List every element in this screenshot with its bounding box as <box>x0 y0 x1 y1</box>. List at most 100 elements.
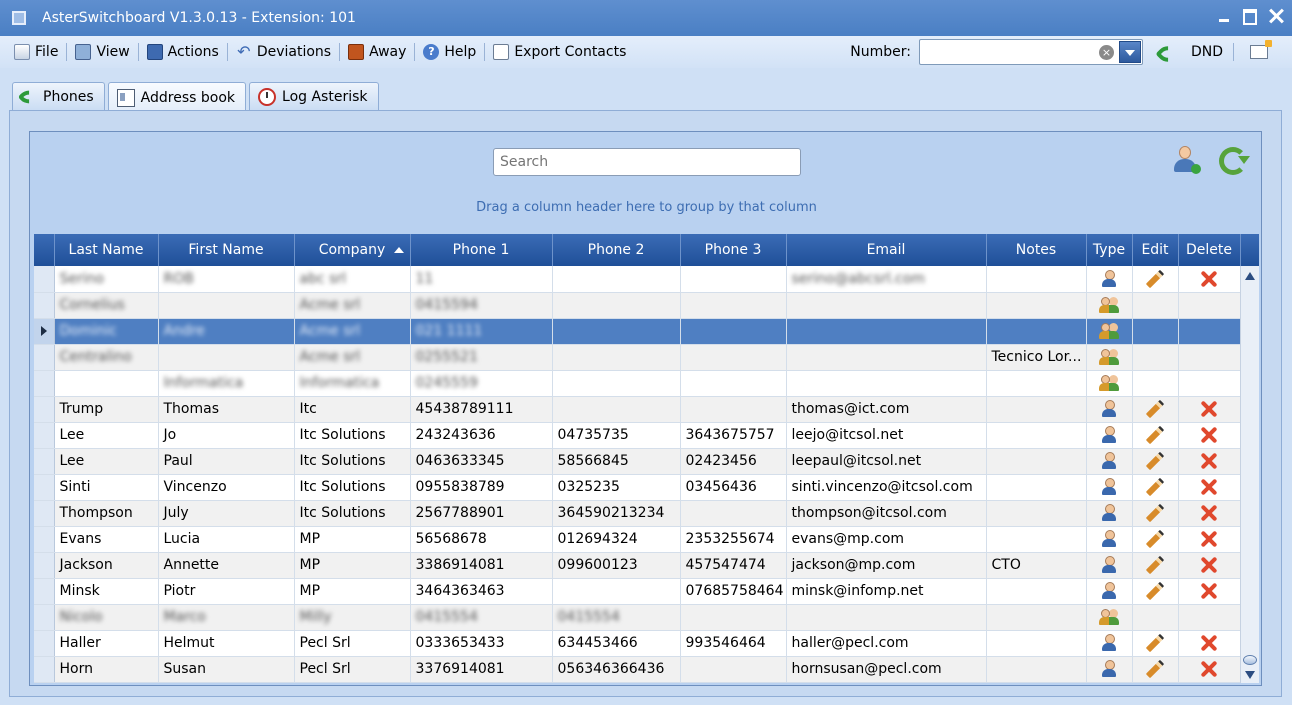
column-header-first-name[interactable]: First Name <box>158 234 295 266</box>
row-indicator[interactable] <box>34 422 55 449</box>
cell-first-name[interactable]: July <box>158 500 295 527</box>
cell-phone-2[interactable] <box>552 344 681 371</box>
cell-email[interactable] <box>786 604 987 631</box>
cell-phone-3[interactable] <box>680 500 787 527</box>
pencil-icon[interactable] <box>1145 555 1165 575</box>
table-row[interactable]: Dominic Andre Acme srl 021 1111 <box>34 318 1241 345</box>
close-icon[interactable] <box>1268 7 1284 25</box>
cell-phone-2[interactable]: 056346366436 <box>552 656 681 683</box>
cell-phone-3[interactable] <box>680 370 787 397</box>
cell-company[interactable]: Itc Solutions <box>294 474 411 501</box>
column-header-company[interactable]: Company <box>294 234 411 266</box>
cell-edit[interactable] <box>1132 396 1179 423</box>
cell-edit[interactable] <box>1132 630 1179 657</box>
cell-notes[interactable] <box>986 266 1087 293</box>
column-header-delete[interactable]: Delete <box>1178 234 1241 266</box>
delete-icon[interactable] <box>1200 660 1218 678</box>
cell-edit[interactable] <box>1132 266 1179 293</box>
delete-icon[interactable] <box>1200 634 1218 652</box>
delete-icon[interactable] <box>1200 270 1218 288</box>
cell-last-name[interactable] <box>54 370 159 397</box>
delete-icon[interactable] <box>1200 452 1218 470</box>
scroll-up-icon[interactable] <box>1245 272 1255 280</box>
row-indicator[interactable] <box>34 604 55 631</box>
pencil-icon[interactable] <box>1145 425 1165 445</box>
cell-phone-1[interactable]: 243243636 <box>410 422 553 449</box>
table-row[interactable]: Evans Lucia MP 56568678 012694324 2353255674 e… <box>34 526 1241 553</box>
cell-phone-1[interactable]: 11 <box>410 266 553 293</box>
number-dropdown-button[interactable] <box>1118 41 1141 63</box>
cell-phone-3[interactable]: 02423456 <box>680 448 787 475</box>
table-row[interactable]: Cornelius Acme srl 0415594 <box>34 292 1241 319</box>
cell-last-name[interactable]: Thompson <box>54 500 159 527</box>
cell-phone-1[interactable]: 0415594 <box>410 292 553 319</box>
cell-last-name[interactable]: Trump <box>54 396 159 423</box>
pencil-icon[interactable] <box>1145 581 1165 601</box>
add-contact-icon[interactable] <box>1172 144 1201 174</box>
cell-phone-1[interactable]: 0955838789 <box>410 474 553 501</box>
cell-email[interactable]: evans@mp.com <box>786 526 987 553</box>
cell-first-name[interactable]: Andre <box>158 318 295 345</box>
cell-delete[interactable] <box>1178 630 1241 657</box>
delete-icon[interactable] <box>1200 478 1218 496</box>
cell-notes[interactable]: Tecnico Lor... <box>986 344 1087 371</box>
cell-phone-2[interactable]: 634453466 <box>552 630 681 657</box>
row-indicator[interactable] <box>34 552 55 579</box>
column-header-type[interactable]: Type <box>1086 234 1133 266</box>
cell-delete[interactable] <box>1178 474 1241 501</box>
cell-edit[interactable] <box>1132 422 1179 449</box>
cell-edit[interactable] <box>1132 500 1179 527</box>
cell-company[interactable]: Itc <box>294 396 411 423</box>
pencil-icon[interactable] <box>1145 529 1165 549</box>
search-box[interactable] <box>493 148 801 176</box>
cell-last-name[interactable]: Nicolo <box>54 604 159 631</box>
cell-company[interactable]: MP <box>294 578 411 605</box>
cell-phone-2[interactable]: 0325235 <box>552 474 681 501</box>
row-indicator[interactable] <box>34 630 55 657</box>
cell-last-name[interactable]: Cornelius <box>54 292 159 319</box>
cell-notes[interactable] <box>986 526 1087 553</box>
column-header-notes[interactable]: Notes <box>986 234 1087 266</box>
message-icon[interactable] <box>1250 40 1272 59</box>
cell-phone-3[interactable] <box>680 344 787 371</box>
cell-phone-2[interactable] <box>552 578 681 605</box>
pencil-icon[interactable] <box>1145 633 1165 653</box>
cell-phone-2[interactable]: 364590213234 <box>552 500 681 527</box>
cell-first-name[interactable]: Annette <box>158 552 295 579</box>
cell-phone-1[interactable]: 56568678 <box>410 526 553 553</box>
cell-edit[interactable] <box>1132 448 1179 475</box>
cell-first-name[interactable]: Susan <box>158 656 295 683</box>
column-header-email[interactable]: Email <box>786 234 987 266</box>
column-header-edit[interactable]: Edit <box>1132 234 1179 266</box>
cell-notes[interactable] <box>986 292 1087 319</box>
menu-view[interactable]: View <box>69 40 135 64</box>
cell-first-name[interactable]: Helmut <box>158 630 295 657</box>
search-input[interactable] <box>498 150 794 174</box>
cell-first-name[interactable]: ROB <box>158 266 295 293</box>
call-button[interactable] <box>1155 41 1181 67</box>
row-indicator[interactable] <box>34 656 55 683</box>
cell-phone-2[interactable] <box>552 292 681 319</box>
menu-deviations[interactable]: ↶ Deviations <box>230 40 337 64</box>
cell-phone-3[interactable] <box>680 396 787 423</box>
group-panel-hint[interactable]: Drag a column header here to group by th… <box>30 200 1263 215</box>
cell-phone-1[interactable]: 3464363463 <box>410 578 553 605</box>
cell-notes[interactable] <box>986 448 1087 475</box>
pencil-icon[interactable] <box>1145 659 1165 679</box>
cell-notes[interactable] <box>986 370 1087 397</box>
cell-company[interactable]: Acme srl <box>294 292 411 319</box>
cell-notes[interactable]: CTO <box>986 552 1087 579</box>
cell-phone-2[interactable] <box>552 370 681 397</box>
cell-company[interactable]: Pecl Srl <box>294 630 411 657</box>
table-row[interactable]: Lee Jo Itc Solutions 243243636 04735735 36436… <box>34 422 1241 449</box>
cell-last-name[interactable]: Dominic <box>54 318 159 345</box>
cell-first-name[interactable]: Informatica <box>158 370 295 397</box>
cell-email[interactable]: jackson@mp.com <box>786 552 987 579</box>
cell-email[interactable]: leepaul@itcsol.net <box>786 448 987 475</box>
menu-help[interactable]: ? Help <box>417 40 482 64</box>
cell-delete[interactable] <box>1178 578 1241 605</box>
pencil-icon[interactable] <box>1145 477 1165 497</box>
cell-first-name[interactable]: Thomas <box>158 396 295 423</box>
cell-first-name[interactable] <box>158 292 295 319</box>
cell-email[interactable] <box>786 292 987 319</box>
